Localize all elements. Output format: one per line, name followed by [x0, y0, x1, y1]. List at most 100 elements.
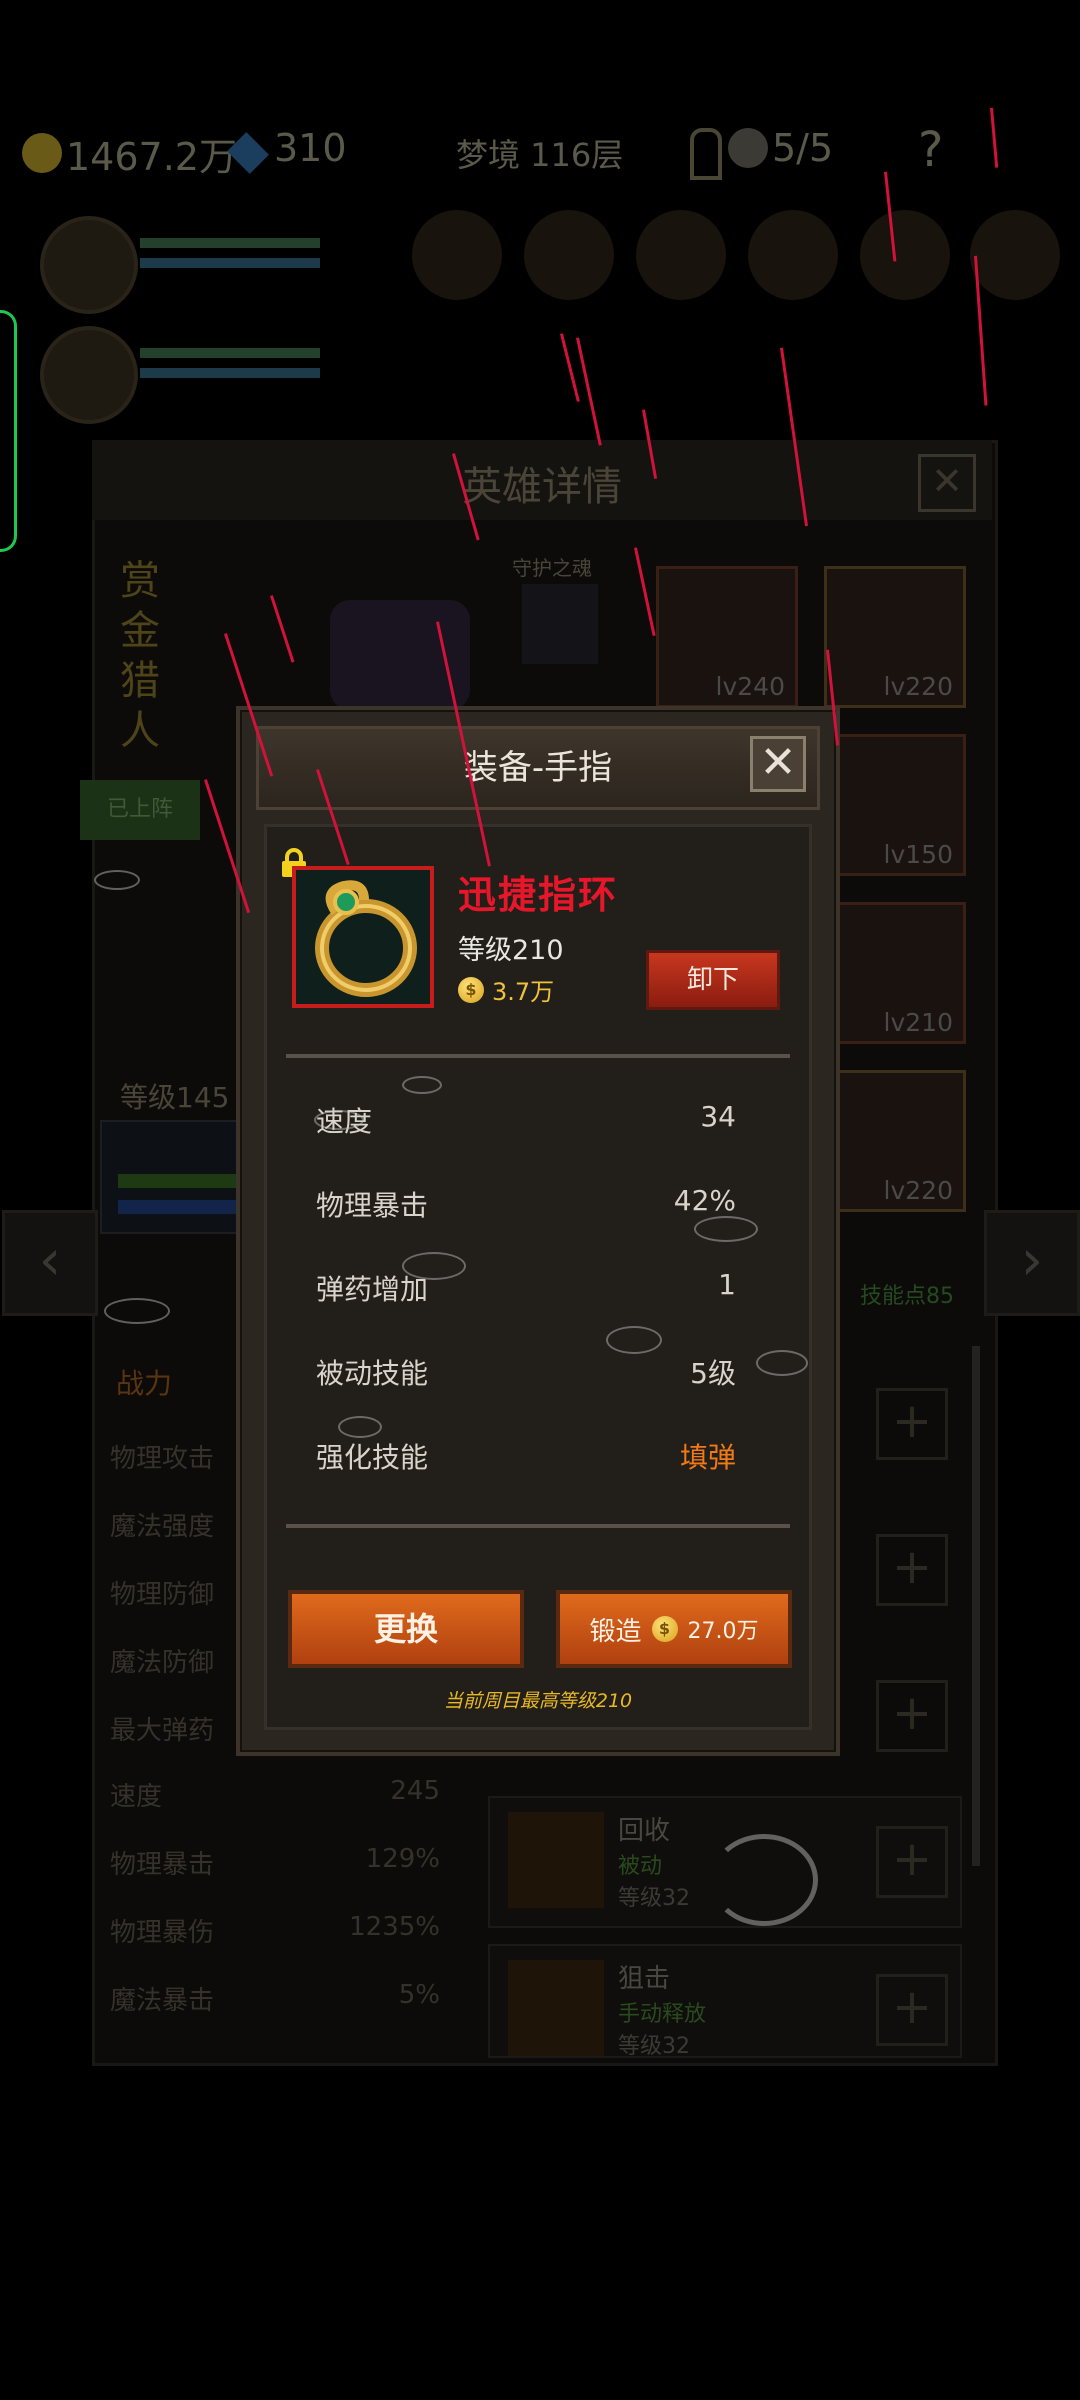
exp-bars [100, 1120, 254, 1234]
equip-slot-icon[interactable] [412, 210, 502, 300]
item-stat-row: 强化技能 填弹 [316, 1436, 736, 1476]
avatar [40, 326, 138, 424]
hero-list-item[interactable] [20, 320, 320, 430]
stat-value: 34 [700, 1100, 736, 1133]
max-level-note: 当前周目最高等级210 [443, 1690, 633, 1712]
skill-upgrade-plus-button[interactable]: + [876, 1680, 948, 1752]
bg-stat-label: 魔法暴击 [110, 1986, 215, 2016]
panel-close-icon[interactable]: ✕ [918, 454, 976, 512]
guardian-icon[interactable] [522, 584, 598, 664]
equip-slot-neck[interactable]: lv220 [824, 566, 966, 708]
coin-icon: $ [458, 976, 484, 1003]
deployed-tag: 已上阵 [80, 780, 200, 840]
stat-label: 物理暴击 [316, 1189, 429, 1222]
equip-slot-icon[interactable] [860, 210, 950, 300]
forge-label: 锻造 [589, 1616, 642, 1647]
skill-points: 技能点85 [860, 1284, 954, 1309]
skill-upgrade-plus-button[interactable]: + [876, 1534, 948, 1606]
close-icon[interactable]: ✕ [750, 736, 806, 792]
key-icon [690, 128, 722, 180]
modal-title: 装备-手指 [463, 748, 613, 788]
bg-stat-value: 245 [390, 1776, 440, 1806]
stat-value: 5级 [690, 1357, 736, 1390]
equip-slot-back[interactable]: lv220 [824, 1070, 966, 1212]
stat-value: 填弹 [679, 1441, 736, 1474]
stat-value: 1 [718, 1268, 736, 1301]
equip-slot-icon[interactable] [636, 210, 726, 300]
next-hero-arrow-icon[interactable]: › [984, 1210, 1080, 1316]
skull-icon [728, 128, 768, 168]
bg-stat-label: 物理攻击 [110, 1444, 215, 1474]
bg-stat-label: 最大弹药 [110, 1716, 215, 1746]
bg-stat-label: 速度 [110, 1782, 163, 1812]
coin-icon: $ [651, 1616, 678, 1642]
replace-button[interactable]: 更换 [288, 1590, 524, 1668]
equip-slot-finger[interactable]: lv210 [824, 902, 966, 1044]
equip-slot-icon[interactable] [748, 210, 838, 300]
hero-portrait [330, 600, 470, 710]
gear-icon [508, 1812, 604, 1908]
bg-stat-row: 物理暴击 129% [110, 1844, 440, 1881]
bg-stat-label: 物理防御 [110, 1580, 215, 1610]
mp-bar [140, 258, 320, 268]
bg-stat-label: 物理暴击 [110, 1850, 215, 1880]
mp-bar [140, 368, 320, 378]
skill-level: 等级32 [618, 1886, 690, 1911]
skill-type: 被动 [618, 1854, 663, 1879]
divider [286, 1524, 790, 1528]
bg-stat-label: 魔法防御 [110, 1648, 215, 1678]
slot-level: lv220 [883, 1176, 953, 1205]
avatar [40, 216, 138, 314]
skill-name: 狙击 [618, 1964, 671, 1994]
panel-title: 英雄详情 [462, 464, 622, 510]
skill-upgrade-plus-button[interactable]: + [876, 1388, 948, 1460]
bg-stat-value: 5% [398, 1980, 440, 2010]
help-icon[interactable]: ? [918, 122, 943, 178]
crosshair-icon [508, 1960, 604, 2056]
wind-swirl [94, 870, 140, 890]
skill-type: 手动释放 [618, 2002, 707, 2027]
item-price: $ 3.7万 [458, 972, 554, 1007]
hero-list-selection-indicator [0, 310, 17, 552]
hero-list-item[interactable] [20, 210, 320, 320]
bg-stat-row: 物理暴伤 1235% [110, 1912, 440, 1949]
equip-slot-head[interactable]: lv240 [656, 566, 798, 708]
hero-level: 等级145 [120, 1081, 230, 1114]
skill-list-scrollbar[interactable] [972, 1346, 980, 1866]
item-stat-row: 弹药增加 1 [316, 1268, 736, 1308]
item-name: 迅捷指环 [458, 873, 619, 917]
equip-slot-icon[interactable] [524, 210, 614, 300]
prev-hero-arrow-icon[interactable]: ‹ [2, 1210, 98, 1316]
item-level: 等级210 [458, 935, 564, 966]
hero-detail-header: 英雄详情 ✕ [92, 440, 992, 520]
wind-swirl [104, 1298, 170, 1324]
equip-slot-feet[interactable]: lv150 [824, 734, 966, 876]
wind-swirl [694, 1216, 758, 1242]
modal-header: 装备-手指 [256, 726, 820, 810]
item-stat-row: 速度 34 [316, 1100, 736, 1140]
stat-value: 42% [673, 1184, 736, 1217]
exp-bar [118, 1174, 238, 1188]
item-stat-row: 物理暴击 42% [316, 1184, 736, 1224]
skill-upgrade-plus-button[interactable]: + [876, 1826, 948, 1898]
equip-slot-icon[interactable] [970, 210, 1060, 300]
wind-swirl [402, 1076, 442, 1094]
slot-level: lv220 [883, 672, 953, 701]
divider [286, 1054, 790, 1058]
gold-icon [22, 128, 62, 173]
hp-bar [140, 238, 320, 248]
skill-upgrade-plus-button[interactable]: + [876, 1974, 948, 2046]
forge-cost: 27.0万 [687, 1619, 759, 1644]
wind-swirl [402, 1252, 466, 1280]
bg-stat-row: 速度 245 [110, 1776, 440, 1813]
forge-button[interactable]: 锻造 $ 27.0万 [556, 1590, 792, 1668]
skill-card[interactable]: 狙击 手动释放 等级32 + [488, 1944, 962, 2059]
wind-swirl [338, 1416, 382, 1438]
stat-label: 弹药增加 [316, 1273, 429, 1306]
wind-swirl [606, 1326, 662, 1354]
guardian-label: 守护之魂 [512, 556, 592, 580]
unequip-button[interactable]: 卸下 [646, 950, 780, 1010]
hp-bar [140, 348, 320, 358]
gem-icon [227, 128, 269, 174]
bg-stat-value: 129% [365, 1844, 440, 1874]
